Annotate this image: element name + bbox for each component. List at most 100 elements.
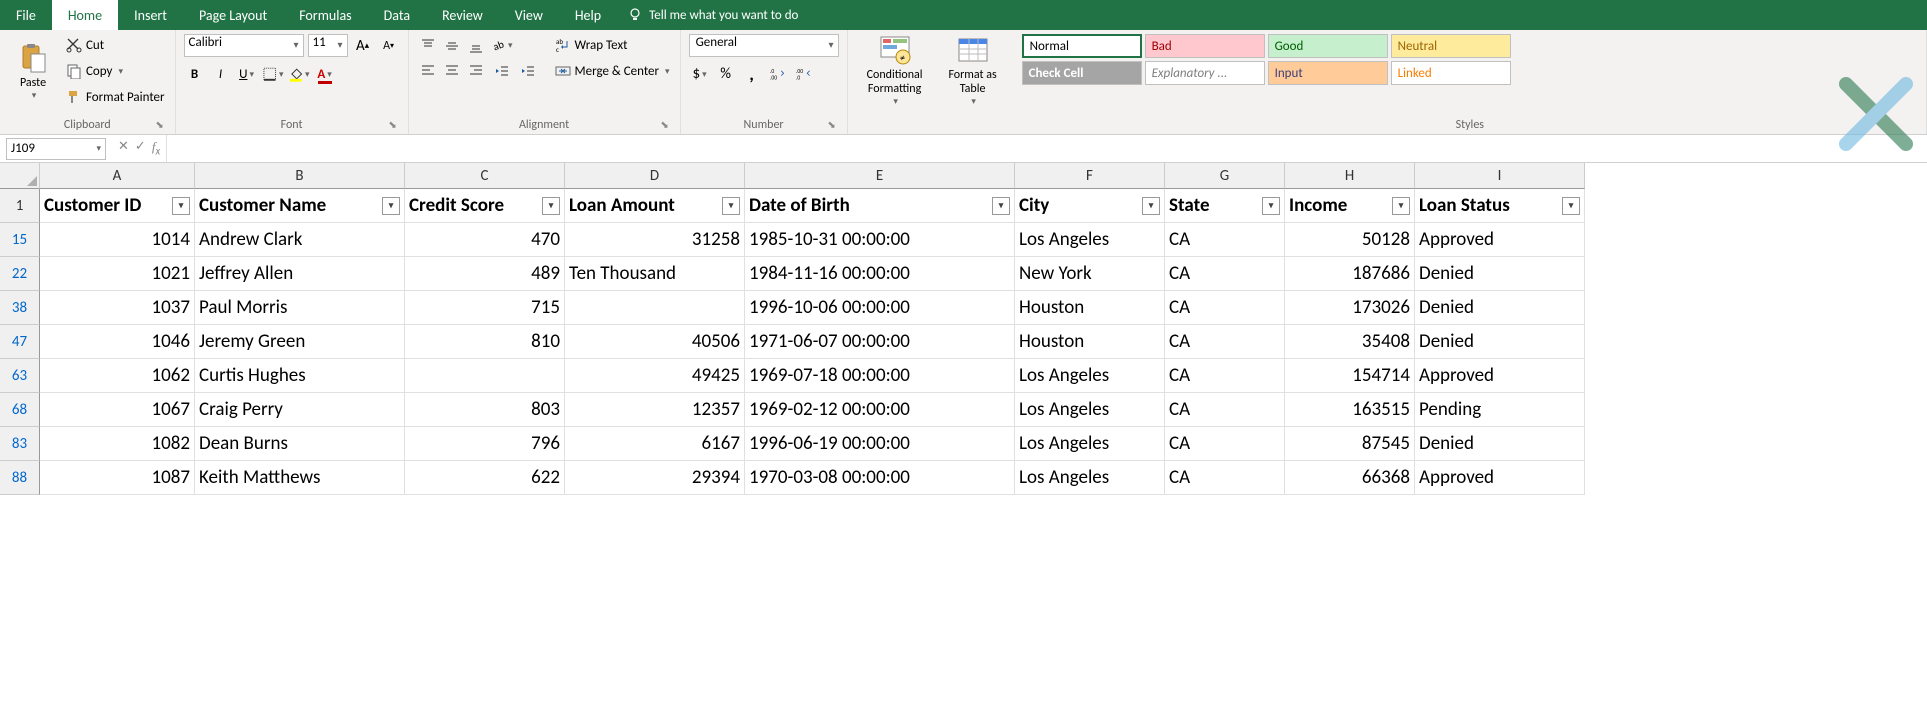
tab-file[interactable]: File	[0, 0, 52, 30]
cell[interactable]: Ten Thousand	[565, 257, 745, 291]
filter-button[interactable]: ▾	[172, 197, 190, 215]
font-size-select[interactable]: 11	[308, 34, 348, 57]
cell[interactable]: CA	[1165, 359, 1285, 393]
cell[interactable]: 1037	[40, 291, 195, 325]
style-linked[interactable]: Linked	[1391, 61, 1511, 85]
cell[interactable]: Pending	[1415, 393, 1585, 427]
col-header-A[interactable]: A	[40, 163, 195, 189]
filter-button[interactable]: ▾	[722, 197, 740, 215]
filter-button[interactable]: ▾	[1562, 197, 1580, 215]
row-header[interactable]: 63	[0, 359, 40, 393]
row-header[interactable]: 83	[0, 427, 40, 461]
cell[interactable]: 187686	[1285, 257, 1415, 291]
cell[interactable]: 622	[405, 461, 565, 495]
merge-center-button[interactable]: Merge & Center▾	[553, 60, 672, 82]
align-middle-button[interactable]	[441, 35, 463, 57]
format-as-table-button[interactable]: Format as Table▾	[940, 34, 1006, 108]
enter-formula-button[interactable]: ✓	[135, 139, 146, 158]
cell[interactable]: Denied	[1415, 325, 1585, 359]
cell[interactable]: Los Angeles	[1015, 461, 1165, 495]
col-header-C[interactable]: C	[405, 163, 565, 189]
cell[interactable]: Denied	[1415, 291, 1585, 325]
header-cell[interactable]: City▾	[1015, 189, 1165, 223]
cell[interactable]: 1969-02-12 00:00:00	[745, 393, 1015, 427]
number-format-select[interactable]: General	[689, 34, 839, 57]
align-right-button[interactable]	[465, 59, 487, 81]
cell[interactable]: Approved	[1415, 461, 1585, 495]
col-header-F[interactable]: F	[1015, 163, 1165, 189]
cell[interactable]: 1970-03-08 00:00:00	[745, 461, 1015, 495]
cell[interactable]: CA	[1165, 461, 1285, 495]
paste-button[interactable]: Paste ▾	[8, 34, 58, 108]
filter-button[interactable]: ▾	[1392, 197, 1410, 215]
italic-button[interactable]: I	[210, 63, 232, 85]
cell[interactable]: 1969-07-18 00:00:00	[745, 359, 1015, 393]
cell[interactable]: 173026	[1285, 291, 1415, 325]
font-color-button[interactable]: A▾	[314, 63, 336, 85]
header-cell[interactable]: Loan Amount▾	[565, 189, 745, 223]
align-left-button[interactable]	[417, 59, 439, 81]
cell[interactable]	[565, 291, 745, 325]
cell[interactable]: Approved	[1415, 359, 1585, 393]
style-good[interactable]: Good	[1268, 34, 1388, 58]
col-header-H[interactable]: H	[1285, 163, 1415, 189]
cell[interactable]: 796	[405, 427, 565, 461]
font-name-select[interactable]: Calibri	[184, 34, 304, 57]
header-cell[interactable]: Date of Birth▾	[745, 189, 1015, 223]
fill-color-button[interactable]: ▾	[288, 63, 310, 85]
row-header[interactable]: 15	[0, 223, 40, 257]
select-all-corner[interactable]	[0, 163, 40, 189]
align-top-button[interactable]	[417, 35, 439, 57]
cell[interactable]: Denied	[1415, 257, 1585, 291]
cell[interactable]: 1985-10-31 00:00:00	[745, 223, 1015, 257]
name-box[interactable]: J109▾	[6, 138, 106, 160]
header-cell[interactable]: Income▾	[1285, 189, 1415, 223]
cut-button[interactable]: Cut	[64, 34, 167, 56]
cell[interactable]: Jeffrey Allen	[195, 257, 405, 291]
cell[interactable]: New York	[1015, 257, 1165, 291]
cell[interactable]: 1062	[40, 359, 195, 393]
row-header-1[interactable]: 1	[0, 189, 40, 223]
formula-input[interactable]	[166, 135, 1927, 162]
number-launcher[interactable]: ⬊	[825, 118, 839, 132]
cell[interactable]: Craig Perry	[195, 393, 405, 427]
tab-view[interactable]: View	[499, 0, 559, 30]
filter-button[interactable]: ▾	[382, 197, 400, 215]
clipboard-launcher[interactable]: ⬊	[153, 118, 167, 132]
cell[interactable]: Los Angeles	[1015, 223, 1165, 257]
filter-button[interactable]: ▾	[542, 197, 560, 215]
header-cell[interactable]: Customer Name▾	[195, 189, 405, 223]
cell[interactable]: 1082	[40, 427, 195, 461]
cell[interactable]: 87545	[1285, 427, 1415, 461]
cell[interactable]: 1996-06-19 00:00:00	[745, 427, 1015, 461]
row-header[interactable]: 38	[0, 291, 40, 325]
col-header-I[interactable]: I	[1415, 163, 1585, 189]
style-check-cell[interactable]: Check Cell	[1022, 61, 1142, 85]
cell[interactable]: 31258	[565, 223, 745, 257]
tell-me-search[interactable]: Tell me what you want to do	[617, 7, 808, 23]
cell[interactable]: Keith Matthews	[195, 461, 405, 495]
cell[interactable]: 1014	[40, 223, 195, 257]
tab-data[interactable]: Data	[368, 0, 426, 30]
tab-home[interactable]: Home	[52, 0, 118, 30]
cell[interactable]: CA	[1165, 325, 1285, 359]
cell[interactable]: 715	[405, 291, 565, 325]
header-cell[interactable]: State▾	[1165, 189, 1285, 223]
filter-button[interactable]: ▾	[992, 197, 1010, 215]
wrap-text-button[interactable]: abc Wrap Text	[553, 34, 672, 56]
col-header-G[interactable]: G	[1165, 163, 1285, 189]
cell[interactable]: 1046	[40, 325, 195, 359]
style-normal[interactable]: Normal	[1022, 34, 1142, 58]
percent-button[interactable]: %	[715, 63, 737, 85]
filter-button[interactable]: ▾	[1262, 197, 1280, 215]
tab-insert[interactable]: Insert	[118, 0, 183, 30]
cell[interactable]: 1087	[40, 461, 195, 495]
row-header[interactable]: 47	[0, 325, 40, 359]
cell[interactable]: Curtis Hughes	[195, 359, 405, 393]
cell[interactable]: Los Angeles	[1015, 359, 1165, 393]
conditional-formatting-button[interactable]: ≠ Conditional Formatting▾	[856, 34, 934, 108]
increase-font-button[interactable]: A▴	[352, 35, 374, 57]
cell[interactable]: Houston	[1015, 291, 1165, 325]
fx-button[interactable]: fx	[152, 139, 160, 158]
col-header-D[interactable]: D	[565, 163, 745, 189]
